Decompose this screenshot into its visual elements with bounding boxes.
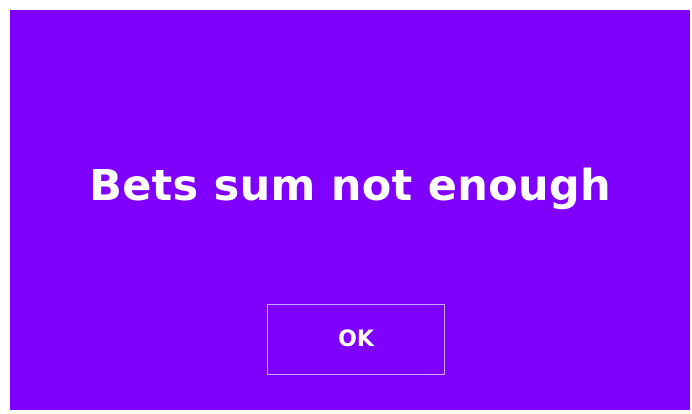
dialog-message: Bets sum not enough: [89, 161, 611, 211]
alert-dialog: Bets sum not enough OK: [10, 10, 690, 410]
ok-button[interactable]: OK: [267, 304, 445, 375]
